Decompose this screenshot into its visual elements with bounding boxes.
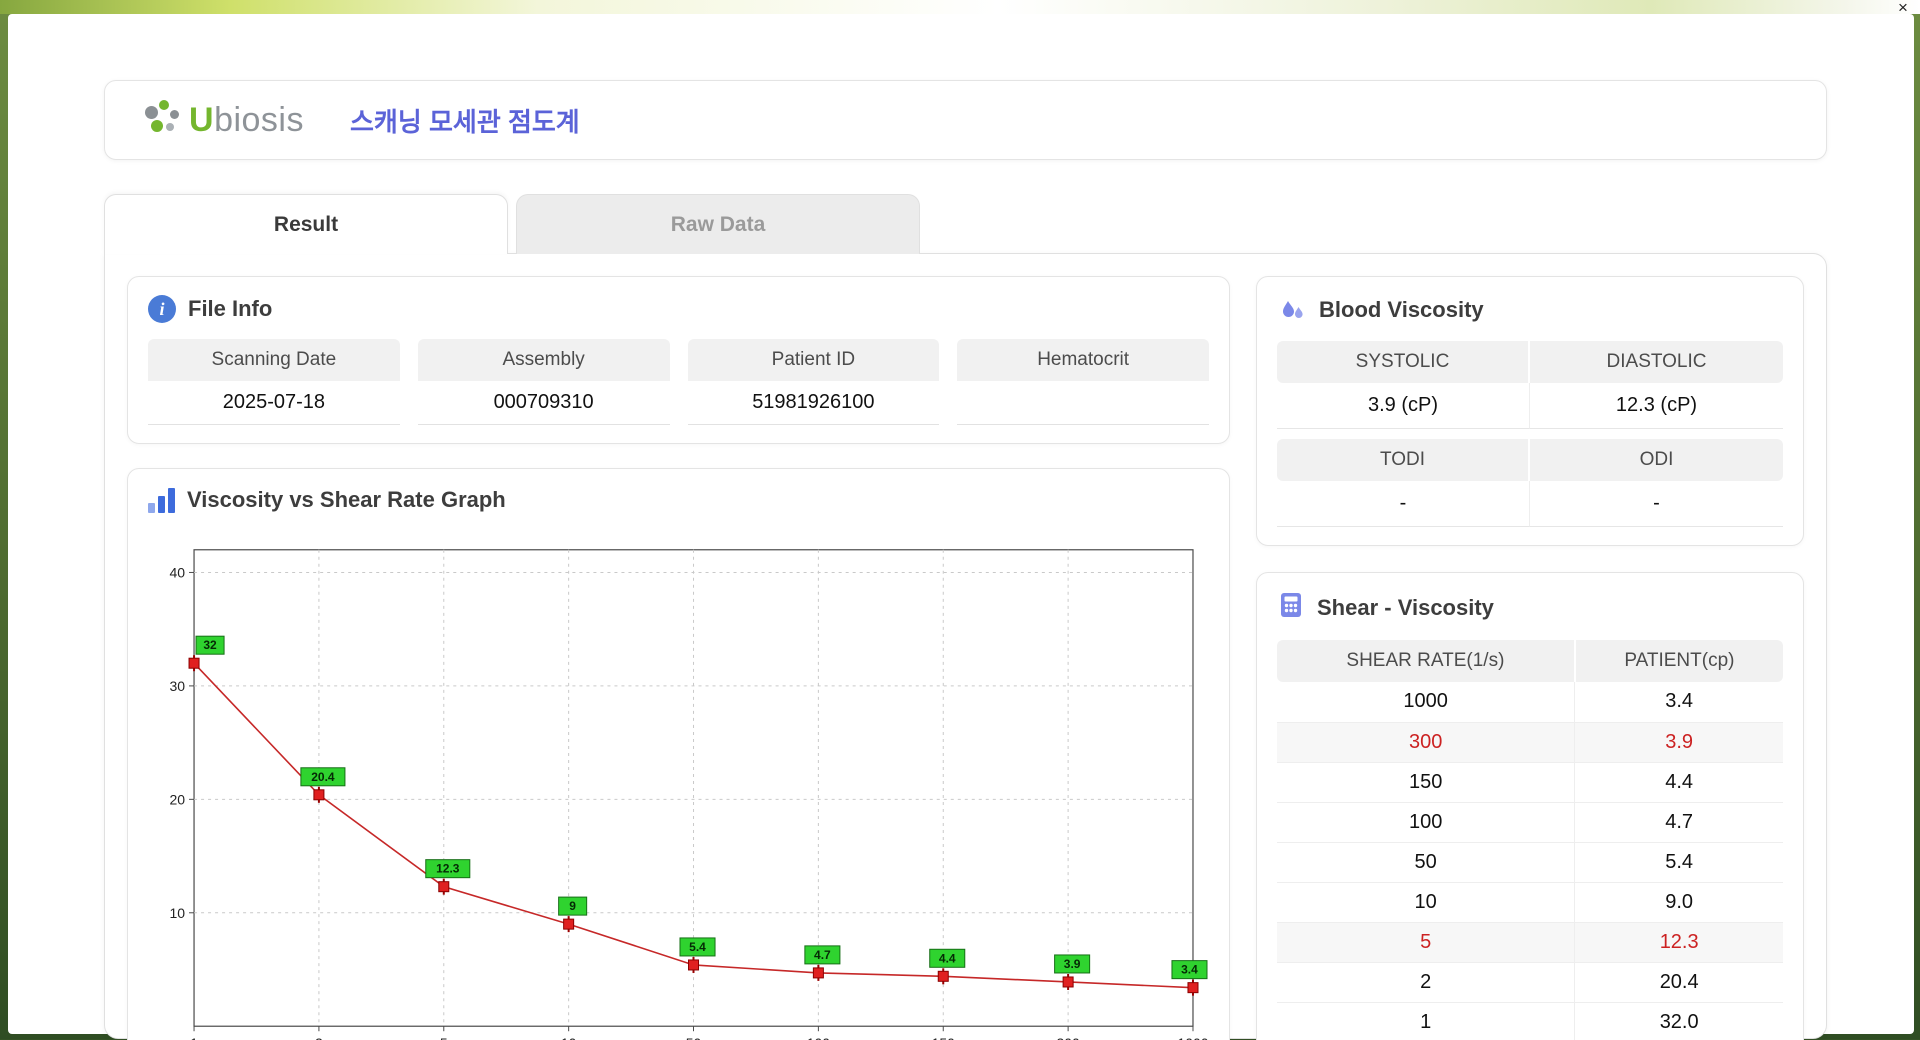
diastolic-header: DIASTOLIC (1530, 341, 1783, 383)
tab-bar: Result Raw Data (104, 194, 920, 254)
tab-result[interactable]: Result (104, 194, 508, 254)
field-value: 51981926100 (688, 381, 940, 425)
todi-header: TODI (1277, 439, 1530, 481)
patient-cell: 32.0 (1575, 1002, 1783, 1040)
svg-text:10: 10 (561, 1035, 577, 1040)
svg-text:20.4: 20.4 (311, 770, 335, 784)
svg-text:5: 5 (440, 1035, 448, 1040)
table-row: 132.0 (1277, 1002, 1783, 1040)
svg-text:150: 150 (932, 1035, 956, 1040)
shear-cell: 100 (1277, 802, 1575, 842)
patient-cell: 12.3 (1575, 922, 1783, 962)
systolic-value: 3.9 (cP) (1277, 383, 1530, 429)
shear-cell: 5 (1277, 922, 1575, 962)
field-label: Patient ID (688, 339, 940, 381)
col-shear-rate: SHEAR RATE(1/s) (1277, 640, 1575, 682)
field-hematocrit: Hematocrit (957, 339, 1209, 425)
result-panel: i File Info Scanning Date 2025-07-18 Ass… (104, 253, 1827, 1039)
svg-text:30: 30 (169, 678, 185, 694)
file-info-card: i File Info Scanning Date 2025-07-18 Ass… (127, 276, 1230, 444)
table-row: 1504.4 (1277, 762, 1783, 802)
diastolic-value: 12.3 (cP) (1530, 383, 1783, 429)
brand-name: Ubiosis (189, 101, 304, 140)
field-value (957, 381, 1209, 425)
patient-cell: 9.0 (1575, 882, 1783, 922)
svg-text:4.4: 4.4 (939, 951, 956, 965)
shear-cell: 10 (1277, 882, 1575, 922)
patient-cell: 4.7 (1575, 802, 1783, 842)
table-row: 505.4 (1277, 842, 1783, 882)
svg-text:1000: 1000 (1177, 1035, 1208, 1040)
graph-title: Viscosity vs Shear Rate Graph (187, 487, 506, 513)
tab-raw-data[interactable]: Raw Data (516, 194, 920, 254)
shear-cell: 2 (1277, 962, 1575, 1002)
shear-cell: 1000 (1277, 682, 1575, 722)
field-scanning-date: Scanning Date 2025-07-18 (148, 339, 400, 425)
patient-cell: 3.9 (1575, 722, 1783, 762)
app-header: Ubiosis 스캐닝 모세관 점도계 (104, 80, 1827, 160)
table-row: 512.3 (1277, 922, 1783, 962)
patient-cell: 20.4 (1575, 962, 1783, 1002)
odi-value: - (1530, 481, 1783, 527)
svg-text:20: 20 (169, 791, 185, 807)
graph-card: Viscosity vs Shear Rate Graph 1020304012… (127, 468, 1230, 1040)
table-row: 220.4 (1277, 962, 1783, 1002)
svg-text:300: 300 (1056, 1035, 1080, 1040)
ubiosis-logo-icon (143, 98, 183, 142)
svg-text:5.4: 5.4 (689, 940, 706, 954)
patient-cell: 5.4 (1575, 842, 1783, 882)
viscosity-shear-chart: 10 20 30 40 1 2 5 10 50 100 150 300 1000 32 20.4 12.3 9 5… (148, 529, 1209, 1040)
svg-text:40: 40 (169, 564, 185, 580)
field-label: Assembly (418, 339, 670, 381)
ubiosis-logo: Ubiosis (143, 98, 304, 142)
droplet-icon (1277, 295, 1307, 325)
info-icon: i (148, 295, 176, 323)
field-value: 000709310 (418, 381, 670, 425)
svg-text:2: 2 (315, 1035, 323, 1040)
svg-text:32: 32 (203, 638, 217, 652)
field-value: 2025-07-18 (148, 381, 400, 425)
svg-text:3.4: 3.4 (1181, 963, 1198, 977)
shear-viscosity-card: Shear - Viscosity SHEAR RATE(1/s) PATIEN… (1256, 572, 1804, 1040)
shear-cell: 1 (1277, 1002, 1575, 1040)
window-close-button[interactable]: × (1892, 0, 1914, 16)
file-info-title: File Info (188, 296, 272, 322)
field-label: Scanning Date (148, 339, 400, 381)
odi-header: ODI (1530, 439, 1783, 481)
svg-text:1: 1 (190, 1035, 198, 1040)
svg-text:9: 9 (569, 899, 576, 913)
svg-text:12.3: 12.3 (436, 862, 460, 876)
shear-cell: 150 (1277, 762, 1575, 802)
calculator-icon (1277, 591, 1305, 624)
svg-text:4.7: 4.7 (814, 948, 831, 962)
field-assembly: Assembly 000709310 (418, 339, 670, 425)
todi-value: - (1277, 481, 1530, 527)
app-window: Ubiosis 스캐닝 모세관 점도계 Result Raw Data i Fi… (8, 14, 1914, 1034)
blood-viscosity-title: Blood Viscosity (1319, 297, 1484, 323)
field-label: Hematocrit (957, 339, 1209, 381)
shear-cell: 50 (1277, 842, 1575, 882)
svg-text:10: 10 (169, 905, 185, 921)
bar-chart-icon (148, 487, 175, 513)
patient-cell: 4.4 (1575, 762, 1783, 802)
field-patient-id: Patient ID 51981926100 (688, 339, 940, 425)
table-row: 10003.4 (1277, 682, 1783, 722)
col-patient: PATIENT(cp) (1575, 640, 1783, 682)
shear-cell: 300 (1277, 722, 1575, 762)
table-row: 1004.7 (1277, 802, 1783, 842)
svg-text:100: 100 (807, 1035, 831, 1040)
systolic-header: SYSTOLIC (1277, 341, 1530, 383)
svg-text:50: 50 (686, 1035, 702, 1040)
blood-viscosity-card: Blood Viscosity SYSTOLIC DIASTOLIC 3.9 (… (1256, 276, 1804, 546)
table-row: 3003.9 (1277, 722, 1783, 762)
shear-viscosity-title: Shear - Viscosity (1317, 595, 1494, 621)
app-title: 스캐닝 모세관 점도계 (350, 102, 580, 139)
svg-text:3.9: 3.9 (1064, 957, 1081, 971)
shear-viscosity-table: SHEAR RATE(1/s) PATIENT(cp) 10003.4 3003… (1277, 640, 1783, 1040)
patient-cell: 3.4 (1575, 682, 1783, 722)
table-row: 109.0 (1277, 882, 1783, 922)
window-title-strip (0, 0, 1920, 14)
